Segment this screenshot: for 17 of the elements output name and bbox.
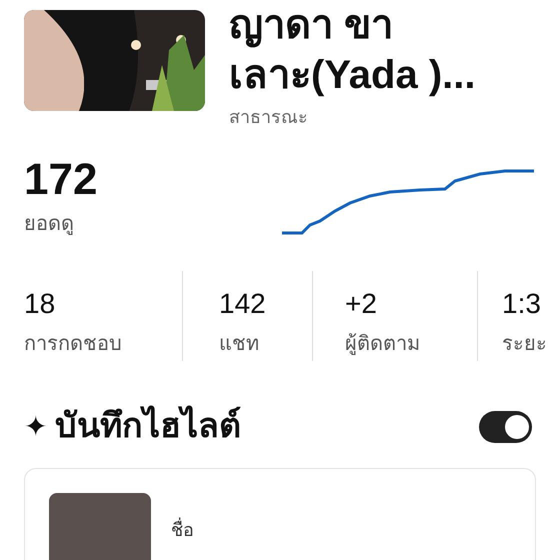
channel-title: ญาดา ขา <box>229 2 394 50</box>
sparkle-icon: ✦ <box>24 406 47 448</box>
views-label: ยอดดู <box>24 212 75 237</box>
stat-value: 1:3 <box>502 287 542 321</box>
stat-label: ระยะ <box>502 332 548 357</box>
stat-value: 18 <box>24 287 56 321</box>
section-title: บันทึกไฮไลต์ <box>55 404 241 447</box>
highlight-toggle[interactable] <box>479 410 532 442</box>
visibility-label: สาธารณะ <box>229 106 309 129</box>
stat-value: 142 <box>219 287 267 321</box>
stat-value: +2 <box>345 287 378 321</box>
stat-label: ผู้ติดตาม <box>345 332 421 357</box>
views-count: 172 <box>24 155 98 205</box>
stat-label: การกดชอบ <box>24 332 123 357</box>
stat-label: แชท <box>219 332 260 357</box>
name-label: ชื่อ <box>171 517 194 560</box>
channel-title: เลาะ(Yada )... <box>229 52 476 99</box>
